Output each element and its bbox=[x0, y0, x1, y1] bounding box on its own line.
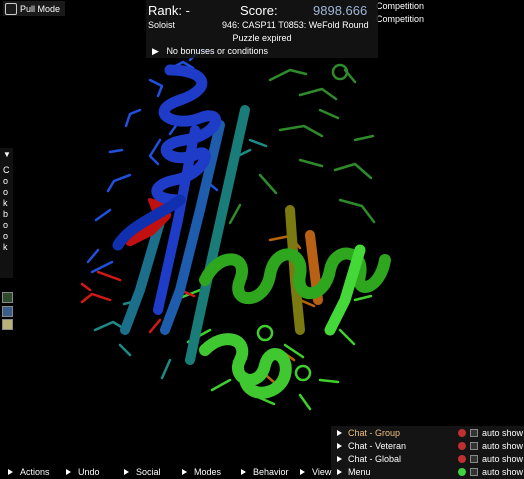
menu-label: Modes bbox=[194, 467, 222, 477]
expand-arrow-icon bbox=[66, 469, 71, 475]
score-panel: Rank: - Score: 9898.666 Soloist 946: CAS… bbox=[146, 0, 378, 58]
auto-show-label: auto show bbox=[481, 428, 524, 438]
puzzle-name: 946: CASP11 T0853: WeFold Round bbox=[222, 20, 369, 30]
tool-notes-icon[interactable] bbox=[2, 319, 13, 330]
expand-arrow-icon bbox=[241, 469, 246, 475]
expand-arrow-icon bbox=[300, 469, 305, 475]
auto-show-checkbox[interactable] bbox=[469, 455, 478, 463]
status-led-icon bbox=[457, 442, 466, 450]
cookbook-tab[interactable]: ▼ Cookbook bbox=[0, 148, 13, 278]
expand-arrow-icon bbox=[182, 469, 187, 475]
lime-helix bbox=[199, 333, 292, 399]
tool-window-icon[interactable] bbox=[2, 306, 13, 317]
menu-label: Undo bbox=[78, 467, 100, 477]
menu-undo[interactable]: Undo bbox=[66, 466, 100, 478]
conditions-toggle[interactable]: ▶ No bonuses or conditions bbox=[152, 46, 268, 57]
expand-arrow-icon bbox=[8, 469, 13, 475]
menu-behavior[interactable]: Behavior bbox=[241, 466, 289, 478]
auto-show-checkbox[interactable] bbox=[469, 429, 478, 437]
score-value: 9898.666 bbox=[313, 3, 368, 18]
competition-label[interactable]: Competition bbox=[376, 1, 424, 11]
status-led-icon bbox=[457, 455, 466, 463]
expand-arrow-icon: ▶ bbox=[152, 46, 159, 56]
bottom-menu-bar: Actions Undo Social Modes Behavior View bbox=[0, 465, 524, 479]
chat-name: Chat - Veteran bbox=[348, 441, 407, 451]
menu-label: Actions bbox=[20, 467, 50, 477]
expand-arrow-icon bbox=[337, 430, 342, 436]
player-mode: Soloist bbox=[148, 20, 176, 30]
expand-arrow-icon bbox=[124, 469, 129, 475]
menu-label: View bbox=[312, 467, 332, 477]
cookbook-label: Cookbook bbox=[3, 165, 10, 252]
collapse-arrow-icon: ▼ bbox=[3, 150, 11, 159]
menu-modes[interactable]: Modes bbox=[182, 466, 221, 478]
status-led-icon bbox=[457, 429, 466, 437]
chat-row-global[interactable]: Chat - Global auto show bbox=[337, 453, 523, 465]
score-label: Score: bbox=[240, 3, 278, 18]
pull-mode-icon bbox=[5, 2, 17, 15]
rank-label: Rank: - bbox=[148, 3, 190, 18]
auto-show-label: auto show bbox=[481, 441, 524, 451]
menu-actions[interactable]: Actions bbox=[8, 466, 50, 478]
menu-label: Social bbox=[136, 467, 161, 477]
competition-label[interactable]: Competition bbox=[376, 14, 424, 24]
protein-viewport[interactable] bbox=[0, 0, 524, 479]
chat-name: Chat - Group bbox=[348, 428, 401, 438]
menu-view[interactable]: View bbox=[300, 466, 331, 478]
chat-row-group[interactable]: Chat - Group auto show bbox=[337, 427, 523, 439]
pull-mode-button[interactable]: Pull Mode bbox=[3, 1, 66, 16]
tool-monitor-icon[interactable] bbox=[2, 292, 13, 303]
side-chains-green bbox=[228, 63, 376, 225]
auto-show-label: auto show bbox=[481, 454, 524, 464]
conditions-label: No bonuses or conditions bbox=[166, 46, 268, 56]
pull-mode-label: Pull Mode bbox=[20, 3, 61, 14]
chat-name: Chat - Global bbox=[348, 454, 402, 464]
expand-arrow-icon bbox=[337, 443, 342, 449]
auto-show-checkbox[interactable] bbox=[469, 442, 478, 450]
puzzle-status: Puzzle expired bbox=[232, 33, 292, 43]
menu-label: Behavior bbox=[253, 467, 289, 477]
expand-arrow-icon bbox=[337, 456, 342, 462]
menu-social[interactable]: Social bbox=[124, 466, 161, 478]
chat-row-veteran[interactable]: Chat - Veteran auto show bbox=[337, 440, 523, 452]
